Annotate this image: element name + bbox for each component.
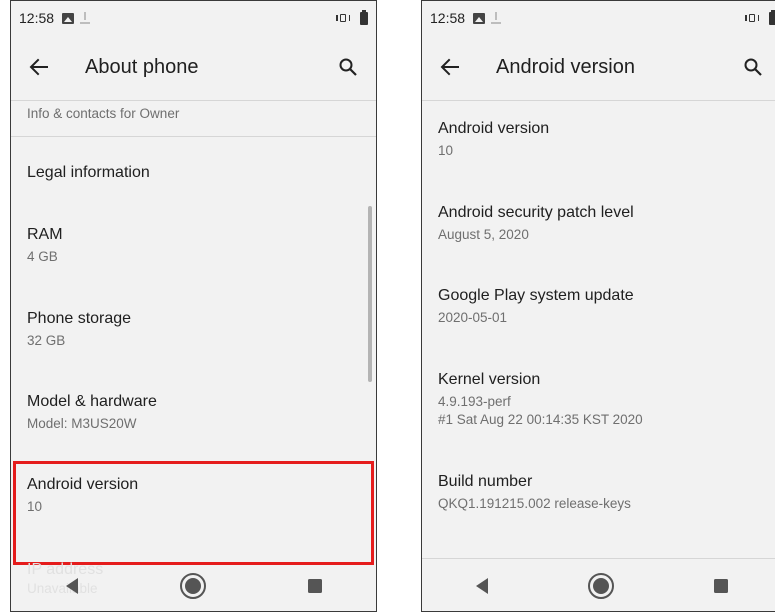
item-title: Kernel version [438,371,541,388]
owner-subtitle: Info & contacts for Owner [27,106,180,121]
item-subtitle: 4.9.193-perf [438,394,511,409]
square-recents-icon [714,579,729,593]
app-bar: About phone [11,35,376,99]
status-time: 12:58 [430,10,466,26]
item-subtitle: 4 GB [27,249,58,264]
item-title: Google Play system update [438,287,634,304]
page-title: About phone [85,55,199,78]
back-button[interactable] [25,53,53,81]
list-item-android-version[interactable]: Android version 10 [438,119,765,160]
status-time: 12:58 [19,10,55,26]
search-icon [339,58,357,76]
back-button[interactable] [436,53,464,81]
nav-home-button[interactable] [581,566,621,606]
item-title: Android security patch level [438,204,634,221]
android-version-screen: 12:58 Android version Android version 10 [421,0,775,612]
battery-icon [360,9,368,25]
nav-back-button[interactable] [462,566,502,606]
list-item-phone-storage[interactable]: Phone storage 32 GB [27,309,360,350]
item-subtitle: QKQ1.191215.002 release-keys [438,496,631,511]
vibrate-icon [745,12,759,24]
divider [422,100,775,101]
item-subtitle: Model: M3US20W [27,416,137,431]
nav-home-button[interactable] [173,566,213,606]
divider [11,136,376,137]
download-notification-icon [80,12,91,24]
item-title: Android version [438,120,550,137]
item-subtitle: 10 [438,143,454,158]
list-item-security-patch[interactable]: Android security patch level August 5, 2… [438,203,765,244]
navigation-bar [422,561,775,611]
list-item-owner[interactable]: Info & contacts for Owner [27,93,360,129]
status-bar: 12:58 [422,1,775,35]
list-item-kernel-version[interactable]: Kernel version 4.9.193-perf #1 Sat Aug 2… [438,370,765,429]
highlight-box [13,461,374,565]
item-title: Build number [438,473,533,490]
list-item-legal-information[interactable]: Legal information [27,163,360,183]
download-notification-icon [491,12,502,24]
list-item-build-number[interactable]: Build number QKQ1.191215.002 release-key… [438,472,765,513]
list-item-model-hardware[interactable]: Model & hardware Model: M3US20W [27,392,360,433]
divider [422,558,775,559]
item-title: Phone storage [27,310,132,327]
item-subtitle: 32 GB [27,333,66,348]
nav-recents-button[interactable] [295,566,335,606]
nav-recents-button[interactable] [701,566,741,606]
list-item-ram[interactable]: RAM 4 GB [27,225,360,266]
item-subtitle: 2020-05-01 [438,310,508,325]
arrow-back-icon [29,58,48,76]
circle-home-icon [588,573,615,599]
image-notification-icon [473,12,486,24]
item-title: RAM [27,226,63,243]
page-title: Android version [496,55,635,78]
triangle-back-icon [475,578,488,594]
nav-back-button[interactable] [52,566,92,606]
item-title: Legal information [27,164,150,181]
about-phone-screen: 12:58 About phone Info & contacts for Ow… [10,0,377,612]
item-subtitle-line2: #1 Sat Aug 22 00:14:35 KST 2020 [438,412,643,427]
scrollbar[interactable] [368,206,372,382]
list-item-google-play-update[interactable]: Google Play system update 2020-05-01 [438,286,765,327]
search-button[interactable] [334,53,362,81]
app-bar: Android version [422,35,775,99]
search-button[interactable] [739,53,767,81]
arrow-back-icon [440,58,459,76]
status-bar: 12:58 [11,1,376,35]
item-subtitle: August 5, 2020 [438,227,529,242]
image-notification-icon [62,12,75,24]
item-title: Model & hardware [27,393,157,410]
circle-home-icon [180,573,207,599]
search-icon [744,58,762,76]
battery-icon [769,9,775,25]
square-recents-icon [308,579,323,593]
triangle-back-icon [65,578,78,594]
navigation-bar [11,561,376,611]
vibrate-icon [336,12,350,24]
